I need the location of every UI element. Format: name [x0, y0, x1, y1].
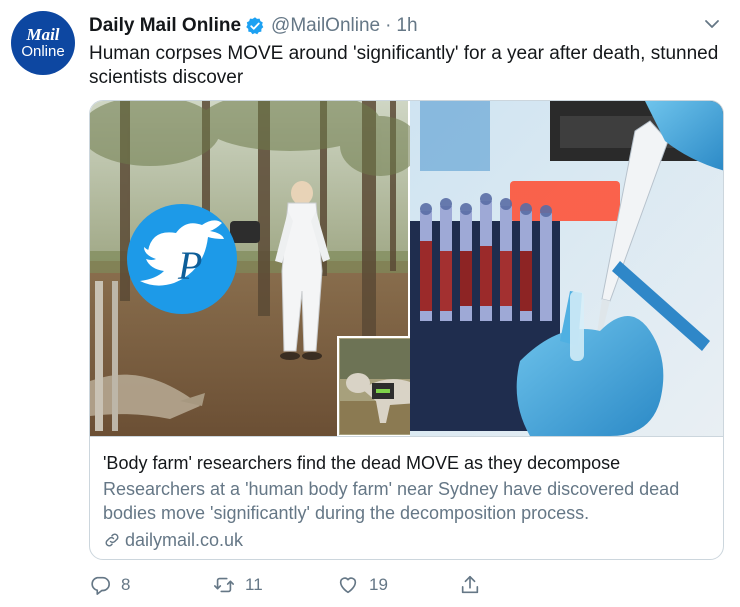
- link-icon: [105, 533, 119, 547]
- like-count: 19: [369, 575, 388, 594]
- card-title: 'Body farm' researchers find the dead MO…: [103, 453, 621, 473]
- share-button[interactable]: [459, 574, 491, 596]
- avatar[interactable]: Mail Online: [11, 11, 75, 75]
- card-image[interactable]: P: [90, 101, 724, 436]
- account-name[interactable]: Daily Mail Online: [89, 15, 241, 37]
- account-handle[interactable]: @MailOnline: [271, 15, 380, 37]
- card-body: 'Body farm' researchers find the dead MO…: [90, 436, 723, 559]
- verified-badge-icon: [246, 17, 264, 35]
- action-bar: 8 11 19: [89, 574, 509, 600]
- svg-text:P: P: [177, 243, 202, 288]
- tweet-header: Daily Mail Online @MailOnline · 1h: [89, 14, 418, 38]
- retweet-icon: [214, 577, 234, 593]
- reply-count: 8: [121, 575, 131, 594]
- card-domain: dailymail.co.uk: [125, 530, 244, 550]
- link-card[interactable]: P 'Body farm' researchers find the dead …: [89, 100, 724, 560]
- tweet-time[interactable]: 1h: [396, 15, 417, 37]
- card-description: Researchers at a 'human body farm' near …: [103, 479, 680, 523]
- tweet-text: Human corpses MOVE around 'significantly…: [89, 43, 719, 88]
- like-icon: [339, 577, 357, 594]
- chevron-down-icon[interactable]: [702, 14, 722, 34]
- reply-icon: [91, 576, 110, 595]
- twitter-bird-watermark-icon: P: [127, 204, 237, 314]
- like-button[interactable]: 19: [337, 574, 388, 596]
- share-icon: [461, 575, 479, 594]
- avatar-line2: Online: [21, 43, 65, 60]
- card-link[interactable]: dailymail.co.uk: [103, 528, 711, 552]
- separator-dot: ·: [385, 15, 392, 36]
- retweet-button[interactable]: 11: [213, 574, 263, 596]
- avatar-line1: Mail: [26, 25, 60, 44]
- reply-button[interactable]: 8: [89, 574, 130, 596]
- retweet-count: 11: [245, 575, 263, 594]
